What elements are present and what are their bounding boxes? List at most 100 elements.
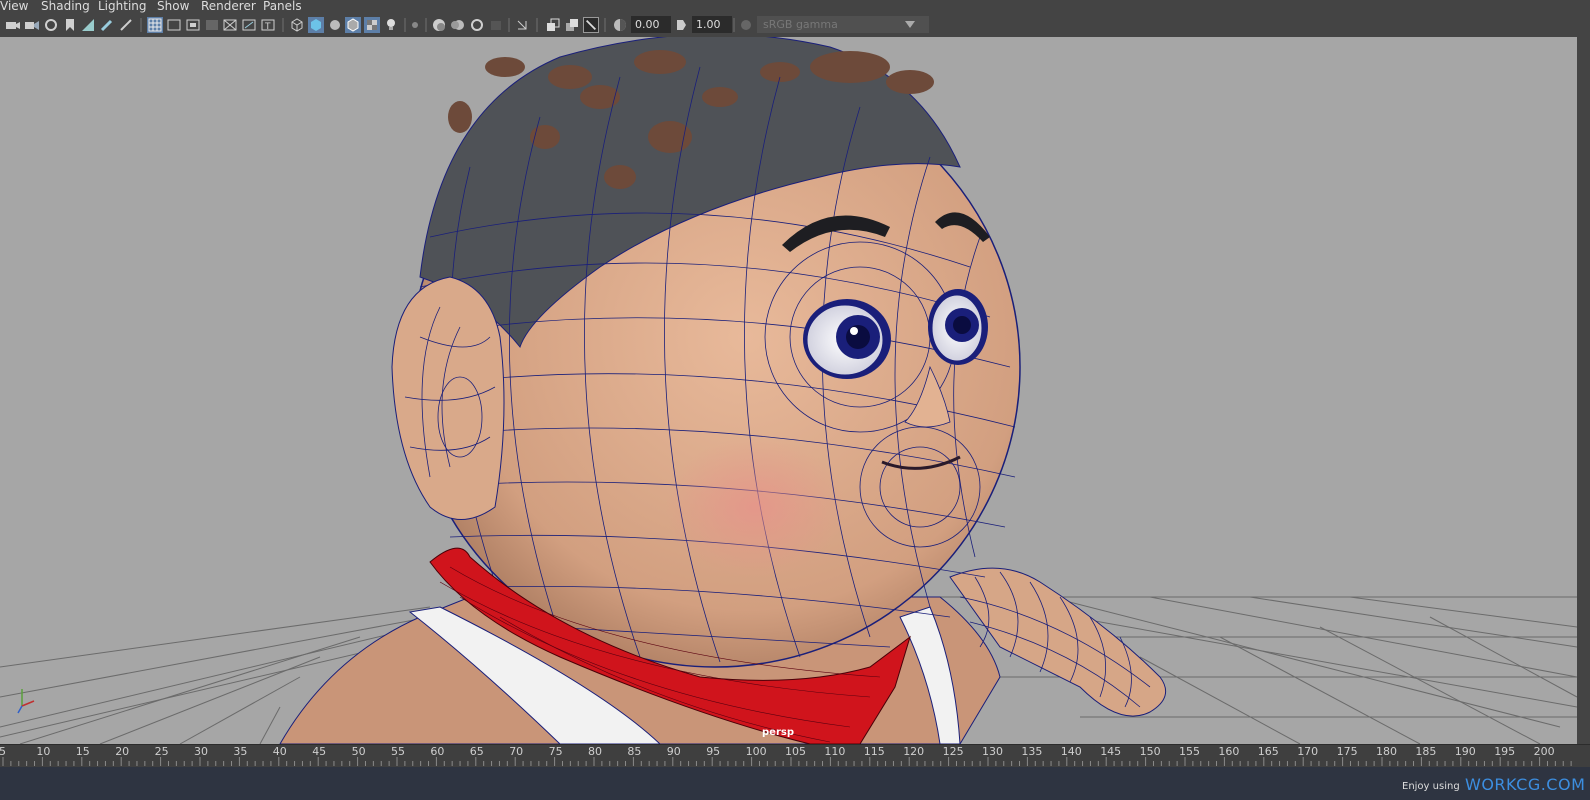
depth-of-field-icon[interactable] <box>488 17 504 33</box>
time-tick-label: 85 <box>627 745 641 758</box>
time-tick-label: 25 <box>155 745 169 758</box>
menu-shading[interactable]: Shading <box>41 0 90 13</box>
left-eye <box>803 299 891 379</box>
grid-icon[interactable] <box>147 17 163 33</box>
film-gate-icon[interactable] <box>166 17 182 33</box>
gate-mask-icon[interactable] <box>204 17 220 33</box>
viewport-right-edge <box>1577 37 1590 744</box>
motion-blur-icon[interactable] <box>450 17 466 33</box>
safe-action-icon[interactable] <box>241 17 257 33</box>
time-tick-label: 10 <box>36 745 50 758</box>
menu-renderer[interactable]: Renderer <box>201 0 256 13</box>
time-tick-label: 110 <box>824 745 845 758</box>
gamma-icon[interactable] <box>673 17 689 33</box>
bookmarks-icon[interactable] <box>43 17 59 33</box>
3d-viewport[interactable]: persp <box>0 37 1577 744</box>
time-tick-label: 145 <box>1100 745 1121 758</box>
svg-text:T: T <box>264 22 271 32</box>
anti-aliasing-icon[interactable] <box>469 17 485 33</box>
menu-lighting[interactable]: Lighting <box>98 0 147 13</box>
ear-mesh <box>391 276 505 520</box>
default-material-icon[interactable] <box>327 17 343 33</box>
time-tick-label: 175 <box>1337 745 1358 758</box>
viewport-menu-bar: View Shading Lighting Show Renderer Pane… <box>0 0 1590 13</box>
menu-view[interactable]: View <box>0 0 28 13</box>
time-tick-label: 50 <box>352 745 366 758</box>
time-tick-label: 200 <box>1534 745 1555 758</box>
time-tick-label: 165 <box>1258 745 1279 758</box>
panel-toolbar: T 0.00 1.00 sRGB gamma <box>0 13 1590 38</box>
time-tick-label: 80 <box>588 745 602 758</box>
time-tick-label: 135 <box>1021 745 1042 758</box>
xray-active-components-icon[interactable] <box>564 17 580 33</box>
time-tick-label: 95 <box>706 745 720 758</box>
time-tick-label: 75 <box>549 745 563 758</box>
time-tick-label: 15 <box>76 745 90 758</box>
time-tick-label: 100 <box>746 745 767 758</box>
time-tick-label: 160 <box>1218 745 1239 758</box>
color-management-icon[interactable] <box>738 17 754 33</box>
time-tick-label: 170 <box>1297 745 1318 758</box>
smooth-shade-icon[interactable] <box>308 17 324 33</box>
wireframe-on-shaded-icon[interactable] <box>345 17 361 33</box>
2d-pan-zoom-icon[interactable] <box>118 17 134 33</box>
time-tick-label: 35 <box>233 745 247 758</box>
time-tick-label: 60 <box>430 745 444 758</box>
time-tick-label: 150 <box>1140 745 1161 758</box>
time-tick-label: 105 <box>785 745 806 758</box>
isolate-select-icon[interactable] <box>514 17 530 33</box>
safe-title-icon[interactable]: T <box>260 17 276 33</box>
toolbar-separator <box>508 18 510 32</box>
time-tick-label: 20 <box>115 745 129 758</box>
xray-joints-icon[interactable] <box>583 17 599 33</box>
screen-space-ao-icon[interactable] <box>431 17 447 33</box>
camera-select-icon[interactable] <box>5 17 21 33</box>
exposure-field[interactable]: 0.00 <box>631 16 671 33</box>
view-transform-label: sRGB gamma <box>763 18 838 31</box>
bookmark-icon[interactable] <box>62 17 78 33</box>
time-slider[interactable]: 5 10 15 20 25 30 35 40 45 50 55 60 65 70 75 80 85 90 95 100… <box>0 744 1590 767</box>
toolbar-separator <box>140 18 142 32</box>
image-plane-icon[interactable] <box>80 17 96 33</box>
toolbar-separator <box>536 18 538 32</box>
time-ruler: 5 10 15 20 25 30 35 40 45 50 55 60 65 70 75 80 85 90 95 100… <box>0 745 1572 766</box>
time-tick-label: 185 <box>1415 745 1436 758</box>
chevron-down-icon <box>905 21 915 28</box>
xray-icon[interactable] <box>545 17 561 33</box>
time-tick-label: 115 <box>864 745 885 758</box>
textured-icon[interactable] <box>364 17 380 33</box>
menu-panels[interactable]: Panels <box>263 0 302 13</box>
menu-show[interactable]: Show <box>157 0 189 13</box>
camera-attributes-icon[interactable] <box>24 17 40 33</box>
cheek-blush <box>665 437 845 577</box>
exposure-icon[interactable] <box>612 17 628 33</box>
field-chart-icon[interactable] <box>222 17 238 33</box>
time-tick-label: 55 <box>391 745 405 758</box>
wireframe-icon[interactable] <box>289 17 305 33</box>
toolbar-separator <box>604 18 606 32</box>
time-tick-label: 30 <box>194 745 208 758</box>
lights-icon[interactable] <box>383 17 399 33</box>
right-eye <box>928 289 988 365</box>
enjoy-text: Enjoy using <box>1402 781 1460 792</box>
shadows-icon[interactable] <box>407 17 423 33</box>
time-tick-label: 195 <box>1494 745 1515 758</box>
time-tick-label: 120 <box>903 745 924 758</box>
time-tick-label: 155 <box>1179 745 1200 758</box>
gamma-field[interactable]: 1.00 <box>692 16 732 33</box>
toolbar-separator <box>425 18 427 32</box>
time-tick-label: 140 <box>1061 745 1082 758</box>
time-tick-label: 125 <box>943 745 964 758</box>
toolbar-separator <box>282 18 284 32</box>
time-tick-label: 65 <box>470 745 484 758</box>
resolution-gate-icon[interactable] <box>185 17 201 33</box>
toolbar-separator <box>733 18 735 32</box>
time-tick-label: 5 <box>0 745 6 758</box>
time-tick-label: 130 <box>982 745 1003 758</box>
time-tick-label: 180 <box>1376 745 1397 758</box>
view-transform-dropdown[interactable]: sRGB gamma <box>757 16 929 33</box>
time-tick-label: 45 <box>312 745 326 758</box>
scene-canvas <box>0 37 1577 744</box>
time-tick-label: 90 <box>667 745 681 758</box>
grease-pencil-icon[interactable] <box>99 17 115 33</box>
